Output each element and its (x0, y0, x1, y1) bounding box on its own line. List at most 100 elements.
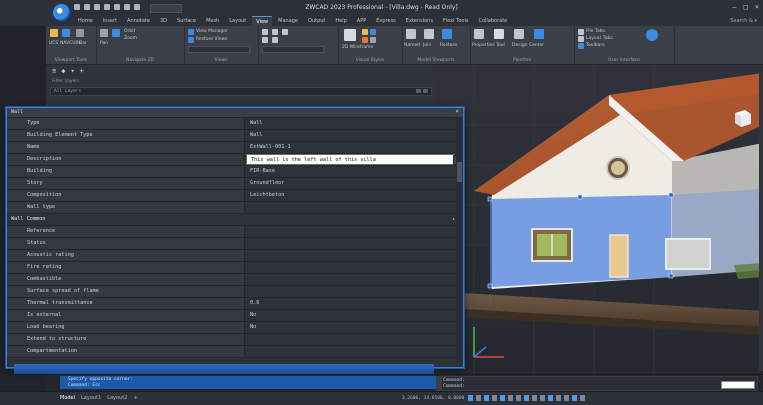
transparency-toggle-icon[interactable] (524, 395, 529, 401)
tab-app[interactable]: APP (353, 16, 370, 26)
settings-gear-icon[interactable] (572, 395, 577, 401)
workspace-icon[interactable] (646, 29, 658, 41)
add-layout-button[interactable]: + (133, 395, 137, 401)
property-section[interactable]: Wall Common ▴ (7, 214, 463, 226)
model-viewport[interactable] (434, 65, 763, 385)
orbit-icon[interactable] (112, 29, 120, 37)
restore-views-label[interactable]: Restore Views (196, 37, 228, 42)
property-row[interactable]: Surface spread of flame (7, 286, 463, 298)
tab-model[interactable]: Model (60, 395, 75, 401)
visual-style-cube-icon[interactable] (344, 29, 356, 41)
house-3d-view[interactable] (434, 65, 763, 385)
ortho-toggle-icon[interactable] (484, 395, 489, 401)
property-value[interactable]: Wall (246, 130, 455, 141)
ucs-icon[interactable] (50, 29, 58, 37)
property-value[interactable]: Groundfloor (246, 178, 455, 189)
toolbars-label[interactable]: Toolbars (586, 43, 605, 48)
property-row[interactable]: Reference (7, 226, 463, 238)
property-value[interactable]: FIR-Base (246, 166, 455, 177)
tab-annotate[interactable]: Annotate (123, 16, 154, 26)
file-tabs-label[interactable]: File Tabs (586, 29, 605, 34)
property-value[interactable]: No (246, 310, 455, 321)
property-row[interactable]: Compartmentation (7, 346, 463, 358)
layer-list-icon[interactable]: ≡ (52, 67, 56, 75)
property-row[interactable]: Name ExtWall-001-1 (7, 142, 463, 154)
property-value[interactable] (246, 262, 455, 273)
file-tabs-icon[interactable] (578, 29, 584, 35)
tab-output[interactable]: Output (304, 16, 329, 26)
viewport-scrollbar[interactable] (759, 71, 763, 371)
property-value[interactable]: No (246, 322, 455, 333)
tab-manage[interactable]: Manage (274, 16, 302, 26)
osnap-toggle-icon[interactable] (500, 395, 505, 401)
property-row[interactable]: Description This wall is the left wall of… (7, 154, 463, 166)
command-close-icon[interactable] (437, 377, 442, 390)
search-icon[interactable] (416, 89, 421, 93)
pan-icon[interactable] (100, 29, 108, 37)
tab-layout2[interactable]: Layout2 (107, 395, 127, 401)
property-value[interactable] (246, 334, 455, 345)
layer-add-icon[interactable]: + (80, 67, 84, 75)
property-value[interactable] (246, 202, 455, 213)
orbit-label[interactable]: Orbit (124, 29, 135, 34)
snap-toggle-icon[interactable] (476, 395, 481, 401)
property-value[interactable] (246, 274, 455, 285)
property-value[interactable] (246, 238, 455, 249)
property-row[interactable]: Is external No (7, 310, 463, 322)
layer-filter-icon[interactable]: ▾ (70, 67, 74, 75)
palette-scrollbar[interactable] (456, 118, 463, 366)
annotation-scale-icon[interactable] (548, 395, 553, 401)
polar-toggle-icon[interactable] (492, 395, 497, 401)
property-row[interactable]: Fire rating (7, 262, 463, 274)
property-value[interactable] (246, 250, 455, 261)
fullscreen-icon[interactable] (564, 395, 569, 401)
command-window[interactable]: Command: Command: (436, 376, 758, 391)
tab-layout1[interactable]: Layout1 (81, 395, 101, 401)
property-row[interactable]: Thermal transmittance 0.6 (7, 298, 463, 310)
otrack-toggle-icon[interactable] (508, 395, 513, 401)
description-input[interactable]: This wall is the left wall of this villa (246, 154, 455, 165)
view-manager-label[interactable]: View Manager (196, 29, 228, 34)
viewport-join-icon[interactable] (424, 29, 434, 39)
design-center-icon[interactable] (514, 29, 524, 39)
command-input[interactable] (721, 381, 755, 389)
property-row[interactable]: Type Wall (7, 118, 463, 130)
palette-close-icon[interactable]: × (455, 108, 459, 115)
lineweight-toggle-icon[interactable] (516, 395, 521, 401)
restore-views-icon[interactable] (188, 37, 194, 43)
view-manager-icon[interactable] (188, 29, 194, 35)
property-value[interactable]: Leichtbeton (246, 190, 455, 201)
property-row[interactable]: Story Groundfloor (7, 178, 463, 190)
property-row[interactable]: Composition Leichtbeton (7, 190, 463, 202)
window-right[interactable] (665, 238, 711, 270)
ucs-y-icon[interactable] (262, 37, 268, 43)
ucs-world-icon[interactable] (262, 29, 268, 35)
style-2-icon[interactable] (370, 29, 376, 35)
properties-palette[interactable]: Wall × Type Wall Building Element Type Wall… (6, 107, 464, 368)
workspace-switch-icon[interactable] (556, 395, 561, 401)
navcube-icon[interactable] (62, 29, 70, 37)
navbar-icon[interactable] (76, 29, 84, 37)
style-1-icon[interactable] (362, 29, 368, 35)
scroll-thumb[interactable] (457, 162, 462, 182)
close-icon[interactable]: × (755, 3, 759, 11)
tab-flexi-tools[interactable]: Flexi Tools (439, 16, 473, 26)
layout-tabs-label[interactable]: Layout Tabs (586, 36, 613, 41)
style-3-icon[interactable] (362, 37, 368, 43)
layer-new-icon[interactable]: ◆ (61, 67, 65, 75)
property-value[interactable]: 0.6 (246, 298, 455, 309)
maximize-icon[interactable]: □ (744, 3, 748, 11)
minimize-icon[interactable]: – (732, 3, 736, 11)
style-4-icon[interactable] (370, 37, 376, 43)
tab-3d[interactable]: 3D (156, 16, 171, 26)
ucs-x-icon[interactable] (282, 29, 288, 35)
property-row[interactable]: Building FIR-Base (7, 166, 463, 178)
tool-palette-icon[interactable] (494, 29, 504, 39)
ucs-dropdown[interactable] (262, 46, 324, 53)
property-row[interactable]: Building Element Type Wall (7, 130, 463, 142)
ucs-origin-icon[interactable] (272, 29, 278, 35)
dynamic-input-icon[interactable] (540, 395, 545, 401)
properties-icon[interactable] (474, 29, 484, 39)
door[interactable] (609, 234, 629, 278)
property-row[interactable]: Acoustic rating (7, 250, 463, 262)
